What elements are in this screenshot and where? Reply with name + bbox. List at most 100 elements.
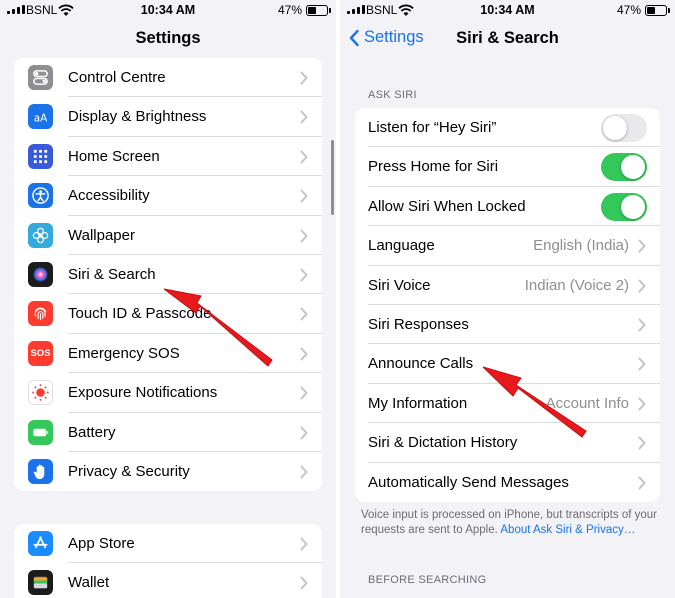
battery-percent: 47%	[277, 3, 302, 17]
siri-search-screen: BSNL 10:34 AM 47% Settings Siri & Search…	[340, 0, 675, 598]
page-title: Siri & Search	[456, 29, 559, 47]
chevron-right-icon	[638, 357, 646, 371]
siri-row-label: Siri Voice	[368, 276, 431, 294]
sos-icon-text: SOS	[30, 347, 51, 359]
siri-row-listen-for-hey-siri[interactable]: Listen for “Hey Siri”	[355, 108, 660, 148]
page-title: Settings	[135, 29, 201, 47]
siri-row-automatically-send-messages[interactable]: Automatically Send Messages	[355, 463, 660, 502]
settings-row-label: Emergency SOS	[68, 344, 180, 362]
scrollbar[interactable]	[331, 140, 334, 215]
accessibility-icon	[28, 183, 53, 209]
chevron-right-icon	[300, 71, 308, 85]
settings-row-touch-id-passcode[interactable]: Touch ID & Passcode	[14, 294, 322, 334]
chevron-right-icon	[638, 436, 646, 450]
battery-percent: 47%	[616, 3, 641, 17]
settings-row-label: Wallet	[68, 574, 110, 592]
settings-row-label: Display & Brightness	[68, 108, 207, 126]
chevron-right-icon	[638, 239, 646, 253]
toggle-switch[interactable]	[601, 192, 647, 221]
chevron-right-icon	[300, 189, 308, 203]
siri-row-label: My Information	[368, 394, 468, 412]
ask-siri-group: Listen for “Hey Siri” Press Home for Siri…	[355, 108, 660, 502]
siri-row-label: Listen for “Hey Siri”	[368, 119, 497, 136]
settings-row-privacy-security[interactable]: Privacy & Security	[14, 452, 322, 491]
settings-row-app-store[interactable]: App Store	[14, 524, 322, 564]
chevron-right-icon	[300, 386, 308, 400]
status-bar: BSNL 10:34 AM 47%	[0, 0, 336, 22]
chevron-right-icon	[638, 476, 646, 490]
app-store-icon	[28, 531, 53, 556]
settings-row-label: Exposure Notifications	[68, 384, 218, 402]
settings-row-emergency-sos[interactable]: SOS Emergency SOS	[14, 334, 322, 374]
settings-row-label: Privacy & Security	[68, 462, 190, 480]
siri-row-language[interactable]: Language English (India)	[355, 226, 660, 266]
settings-row-wallet[interactable]: Wallet	[14, 563, 322, 598]
wallet-icon	[28, 570, 53, 596]
settings-row-accessibility[interactable]: Accessibility	[14, 176, 322, 216]
settings-row-label: Battery	[68, 423, 116, 441]
siri-row-label: Announce Calls	[368, 355, 474, 373]
siri-row-siri-responses[interactable]: Siri Responses	[355, 305, 660, 345]
siri-row-my-information[interactable]: My Information Account Info	[355, 384, 660, 424]
display-brightness-icon: aA	[28, 104, 53, 130]
siri-row-label: Allow Siri When Locked	[368, 197, 526, 215]
settings-row-exposure-notifications[interactable]: Exposure Notifications	[14, 373, 322, 413]
siri-row-press-home-for-siri[interactable]: Press Home for Siri	[355, 147, 660, 187]
siri-row-allow-siri-when-locked[interactable]: Allow Siri When Locked	[355, 187, 660, 227]
settings-screen: BSNL 10:34 AM 47% Settings Control Centr…	[0, 0, 336, 598]
exposure-notifications-icon	[28, 380, 53, 406]
battery-status-icon	[645, 5, 670, 16]
settings-row-control-centre[interactable]: Control Centre	[14, 58, 322, 98]
chevron-right-icon	[300, 426, 308, 440]
siri-row-siri-dictation-history[interactable]: Siri & Dictation History	[355, 423, 660, 463]
chevron-right-icon	[638, 397, 646, 411]
settings-row-battery[interactable]: Battery	[14, 413, 322, 452]
chevron-right-icon	[300, 150, 308, 164]
settings-group-main: Control Centre aA Display & Brightness Home…	[14, 58, 322, 491]
settings-row-home-screen[interactable]: Home Screen	[14, 137, 322, 177]
siri-row-announce-calls[interactable]: Announce Calls	[355, 344, 660, 384]
siri-row-label: Press Home for Siri	[368, 158, 499, 176]
toggle-switch[interactable]	[601, 114, 647, 142]
siri-row-label: Language	[368, 237, 435, 255]
section-header-before-searching: BEFORE SEARCHING	[368, 574, 487, 586]
battery-status-icon	[306, 5, 331, 16]
chevron-right-icon	[300, 268, 308, 282]
settings-row-display-brightness[interactable]: aA Display & Brightness	[14, 97, 322, 137]
wallpaper-icon	[28, 222, 53, 248]
settings-row-label: Home Screen	[68, 147, 160, 165]
toggle-switch[interactable]	[601, 153, 647, 182]
siri-row-value: Indian (Voice 2)	[524, 276, 629, 294]
settings-row-label: Accessibility	[68, 187, 150, 205]
control-centre-icon	[28, 65, 53, 90]
siri-row-value: Account Info	[545, 394, 629, 412]
section-header-ask-siri: ASK SIRI	[368, 89, 417, 101]
settings-row-label: Control Centre	[68, 69, 166, 86]
siri-row-label: Automatically Send Messages	[368, 473, 569, 491]
chevron-right-icon	[300, 576, 308, 590]
siri-row-value: English (India)	[533, 237, 629, 255]
chevron-right-icon	[300, 110, 308, 124]
settings-row-label: Wallpaper	[68, 226, 135, 244]
svg-text:aA: aA	[34, 113, 48, 125]
chevron-right-icon	[300, 537, 308, 551]
settings-row-label: App Store	[68, 535, 135, 552]
settings-row-siri-search[interactable]: Siri & Search	[14, 255, 322, 295]
settings-row-label: Touch ID & Passcode	[68, 305, 212, 323]
battery-icon	[28, 419, 53, 445]
chevron-right-icon	[300, 307, 308, 321]
settings-group-store: App Store Wallet	[14, 524, 322, 598]
settings-row-wallpaper[interactable]: Wallpaper	[14, 216, 322, 255]
privacy-hand-icon	[28, 458, 53, 484]
chevron-right-icon	[300, 347, 308, 361]
privacy-footnote: Voice input is processed on iPhone, but …	[361, 509, 657, 536]
chevron-right-icon	[638, 318, 646, 332]
status-bar: BSNL 10:34 AM 47%	[340, 0, 675, 22]
siri-icon	[28, 261, 53, 287]
siri-row-siri-voice[interactable]: Siri Voice Indian (Voice 2)	[355, 266, 660, 305]
siri-row-label: Siri & Dictation History	[368, 434, 518, 452]
fingerprint-icon	[28, 301, 53, 327]
about-siri-privacy-link[interactable]: About Ask Siri & Privacy…	[500, 524, 635, 536]
chevron-right-icon	[300, 229, 308, 243]
chevron-right-icon	[638, 279, 646, 293]
